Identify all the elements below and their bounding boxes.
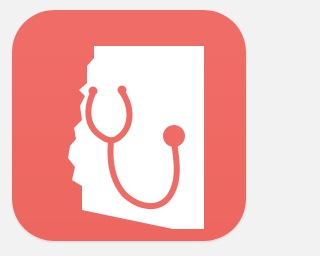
- app-icon-graphic: [12, 10, 246, 241]
- app-icon[interactable]: [12, 10, 246, 241]
- screenshot-canvas: [0, 0, 257, 256]
